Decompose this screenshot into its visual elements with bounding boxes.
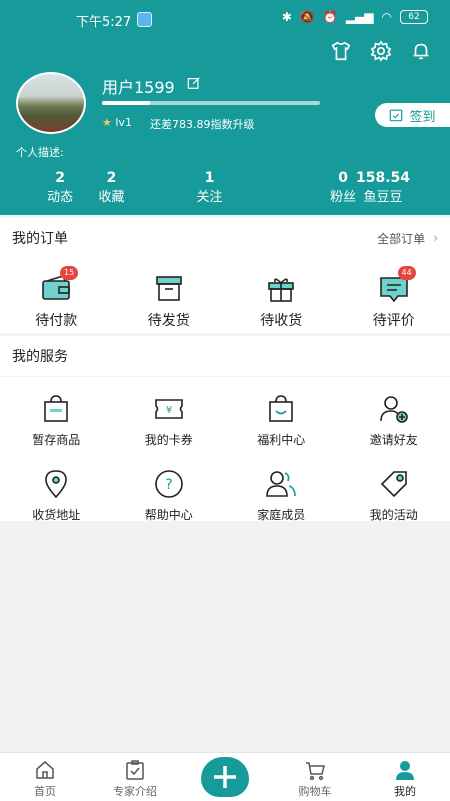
tab-experts[interactable]: 专家介绍 bbox=[90, 753, 180, 801]
add-user-icon bbox=[378, 393, 410, 425]
stat-label: 鱼豆豆 bbox=[345, 186, 421, 205]
level-progress-bar bbox=[102, 101, 320, 105]
edit-icon[interactable] bbox=[187, 76, 201, 90]
mute-icon: 🔕 bbox=[300, 10, 315, 24]
order-label: 待付款 bbox=[35, 313, 77, 329]
stat-fish-beans[interactable]: 158.54鱼豆豆 bbox=[345, 170, 421, 205]
services-section: 我的服务 暂存商品 ¥ 我的卡券 福利中心 邀请好友 收货地址 ? 帮助中心 bbox=[0, 336, 450, 521]
header-actions bbox=[330, 40, 432, 66]
services-title: 我的服务 bbox=[12, 346, 68, 366]
avatar[interactable] bbox=[16, 72, 86, 134]
service-saved-items[interactable]: 暂存商品 bbox=[0, 393, 113, 448]
svg-text:?: ? bbox=[165, 477, 172, 493]
all-orders-link[interactable]: 全部订单 › bbox=[377, 230, 438, 247]
orders-section: 我的订单 全部订单 › 15 待付款 待发货 待收货 44 待评价 bbox=[0, 218, 450, 333]
order-pending-payment[interactable]: 15 待付款 bbox=[0, 272, 113, 330]
service-my-activities[interactable]: 我的活动 bbox=[338, 468, 450, 523]
services-row-1: 暂存商品 ¥ 我的卡券 福利中心 邀请好友 bbox=[0, 377, 450, 448]
order-pending-shipment[interactable]: 待发货 bbox=[113, 272, 226, 330]
shirt-icon[interactable] bbox=[330, 40, 352, 66]
tab-label: 首页 bbox=[34, 785, 56, 798]
plus-icon bbox=[210, 762, 240, 792]
service-family-members[interactable]: 家庭成员 bbox=[225, 468, 338, 523]
services-row-2: 收货地址 ? 帮助中心 家庭成员 我的活动 bbox=[0, 448, 450, 523]
service-label: 福利中心 bbox=[257, 433, 305, 447]
location-icon bbox=[40, 468, 72, 500]
tag-icon bbox=[378, 468, 410, 500]
order-pending-receipt[interactable]: 待收货 bbox=[225, 272, 338, 330]
tab-label: 专家介绍 bbox=[113, 785, 157, 798]
stat-value: 158.54 bbox=[345, 170, 421, 186]
svg-text:¥: ¥ bbox=[166, 405, 172, 416]
cart-icon bbox=[304, 759, 326, 781]
orders-title: 我的订单 bbox=[12, 228, 68, 248]
order-badge: 44 bbox=[398, 266, 416, 280]
orders-header: 我的订单 全部订单 › bbox=[0, 218, 450, 258]
battery-icon: 62 bbox=[400, 10, 428, 24]
box-icon bbox=[152, 272, 186, 306]
sign-in-label: 签到 bbox=[409, 106, 435, 125]
service-label: 帮助中心 bbox=[145, 508, 193, 522]
order-label: 待发货 bbox=[148, 313, 190, 329]
status-time: 下午5:27 bbox=[76, 11, 131, 30]
tab-label: 我的 bbox=[394, 785, 416, 798]
order-status-grid: 15 待付款 待发货 待收货 44 待评价 bbox=[0, 258, 450, 330]
service-label: 邀请好友 bbox=[370, 433, 418, 447]
service-label: 收货地址 bbox=[32, 508, 80, 522]
service-help-center[interactable]: ? 帮助中心 bbox=[113, 468, 226, 523]
order-label: 待收货 bbox=[260, 313, 302, 329]
order-pending-review[interactable]: 44 待评价 bbox=[338, 272, 450, 330]
personal-description: 个人描述: bbox=[16, 144, 64, 160]
sign-in-button[interactable]: 签到 bbox=[375, 103, 450, 127]
status-bar: 下午5:27 ✱ 🔕 ⏰ ▂▄▆ ◠ 62 bbox=[0, 8, 450, 30]
level-badge: ★ lv1 bbox=[102, 116, 132, 129]
coupon-icon: ¥ bbox=[153, 393, 185, 425]
upgrade-hint: 还差783.89指数升级 bbox=[150, 116, 255, 132]
order-badge: 15 bbox=[60, 266, 78, 280]
profile-header: 下午5:27 ✱ 🔕 ⏰ ▂▄▆ ◠ 62 用户1599 ★ lv1 还差783… bbox=[0, 0, 450, 215]
gift-icon bbox=[264, 272, 298, 306]
chevron-right-icon: › bbox=[433, 231, 438, 245]
alarm-icon: ⏰ bbox=[323, 10, 338, 24]
wifi-icon: ◠ bbox=[382, 10, 392, 24]
tab-home[interactable]: 首页 bbox=[0, 753, 90, 801]
service-label: 我的卡券 bbox=[145, 433, 193, 447]
home-icon bbox=[34, 759, 56, 781]
app-notification-icon bbox=[137, 12, 152, 27]
level-progress-fill bbox=[102, 101, 150, 105]
calendar-check-icon bbox=[389, 108, 403, 122]
service-coupons[interactable]: ¥ 我的卡券 bbox=[113, 393, 226, 448]
level-label: lv1 bbox=[115, 116, 132, 129]
signal-icon: ▂▄▆ bbox=[346, 10, 374, 24]
service-addresses[interactable]: 收货地址 bbox=[0, 468, 113, 523]
service-welfare-center[interactable]: 福利中心 bbox=[225, 393, 338, 448]
bluetooth-icon: ✱ bbox=[282, 10, 292, 24]
services-header: 我的服务 bbox=[0, 336, 450, 377]
all-orders-label: 全部订单 bbox=[377, 230, 425, 247]
tab-cart[interactable]: 购物车 bbox=[270, 753, 360, 801]
service-label: 暂存商品 bbox=[32, 433, 80, 447]
settings-gear-icon[interactable] bbox=[370, 40, 392, 66]
add-post-button[interactable] bbox=[201, 757, 249, 797]
bag-icon bbox=[40, 393, 72, 425]
order-label: 待评价 bbox=[373, 313, 415, 329]
service-label: 我的活动 bbox=[370, 508, 418, 522]
service-label: 家庭成员 bbox=[257, 508, 305, 522]
status-icons: ✱ 🔕 ⏰ ▂▄▆ ◠ 62 bbox=[282, 10, 428, 24]
tab-label: 购物车 bbox=[299, 785, 332, 798]
help-icon: ? bbox=[153, 468, 185, 500]
family-icon bbox=[265, 468, 297, 500]
username[interactable]: 用户1599 bbox=[102, 74, 175, 98]
service-invite-friends[interactable]: 邀请好友 bbox=[338, 393, 450, 448]
gift-bag-icon bbox=[265, 393, 297, 425]
star-icon: ★ bbox=[102, 116, 112, 129]
notification-bell-icon[interactable] bbox=[410, 40, 432, 66]
tab-me[interactable]: 我的 bbox=[360, 753, 450, 801]
clipboard-check-icon bbox=[124, 759, 146, 781]
user-icon bbox=[394, 759, 416, 781]
